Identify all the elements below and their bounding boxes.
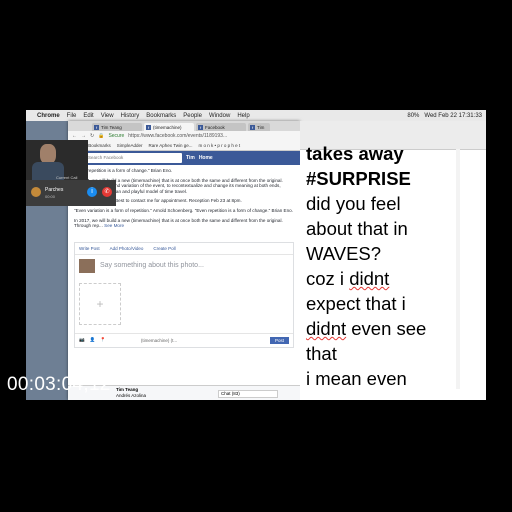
composer-input-row[interactable]: Say something about this photo...	[75, 255, 293, 277]
chat-button[interactable]: Chat (83)	[218, 390, 278, 398]
tab-facebook[interactable]: f Facebook	[196, 123, 246, 131]
lock-icon: 🔒	[98, 133, 105, 139]
mac-menu-bar: Chrome File Edit View History Bookmarks …	[26, 110, 486, 121]
text-line: coz i didnt	[306, 266, 456, 291]
text-line: i mean even	[306, 368, 407, 389]
search-input[interactable]	[85, 153, 182, 163]
paragraph: "Even variation is a form of repetition.…	[74, 207, 293, 213]
caller-avatar	[31, 187, 41, 197]
avatar	[79, 258, 95, 273]
bookmark-aphex[interactable]: Rare Aphex Twin ge...	[149, 143, 193, 148]
create-poll-tab[interactable]: Create Poll	[153, 246, 175, 251]
misspelled-word: didnt	[349, 268, 390, 289]
text-line: takes away	[306, 143, 404, 164]
menu-file[interactable]: File	[67, 113, 77, 119]
video-timecode: 00:03:04;12	[7, 374, 111, 395]
paragraph: "Even repetition is a form of change." B…	[74, 168, 173, 173]
facebook-icon: f	[198, 124, 203, 130]
secure-label: Secure	[108, 133, 125, 139]
text-line: didnt even see	[306, 316, 456, 341]
end-call-icon[interactable]: ✆	[102, 187, 112, 197]
paragraph: In 2017, we will build a new (timemachin…	[74, 218, 294, 229]
audience-selector[interactable]: (timemachine) (t...	[141, 338, 177, 343]
editor-text[interactable]: takes away #SURPRISE did you feel about …	[306, 141, 456, 391]
add-photo-button[interactable]: +	[79, 282, 121, 325]
info-icon[interactable]: i	[87, 187, 97, 197]
address-bar[interactable]: ← → ↻ 🔒 Secure https://www.facebook.com/…	[68, 131, 300, 141]
text-line: #SURPRISE	[306, 168, 411, 189]
profile-link[interactable]: Tim	[186, 155, 195, 161]
tab-timemachine[interactable]: f (timemachine)	[144, 123, 194, 131]
text-fragment: coz i	[306, 268, 350, 289]
post-button[interactable]: Post	[269, 336, 289, 344]
text-line: that	[306, 343, 337, 364]
tab-strip: f Tim Teang f (timemachine) f Facebook f Tim	[68, 121, 300, 131]
clock: Wed Feb 22 17:31:33	[424, 112, 482, 119]
misspelled-word: didnt	[306, 318, 347, 339]
add-photo-tab[interactable]: Add Photo/Video	[110, 246, 144, 251]
text-line: about that in	[306, 218, 408, 239]
tab-label: Tim Teang	[101, 124, 122, 130]
tab-label: Tim	[257, 124, 265, 130]
tab-tim[interactable]: f Tim	[248, 123, 270, 131]
text-line: did you feel	[306, 193, 401, 214]
bookmark-bookmarks[interactable]: Bookmarks	[88, 143, 111, 148]
text-line: WAVES?	[306, 243, 382, 264]
composer-tabs: Write Post Add Photo/Video Create Poll	[75, 243, 293, 255]
menu-window[interactable]: Window	[209, 113, 230, 119]
back-icon[interactable]: ←	[72, 133, 77, 139]
text-editor-window: takes away #SURPRISE did you feel about …	[300, 121, 486, 400]
facebook-icon: f	[94, 124, 99, 130]
menu-help[interactable]: Help	[237, 113, 249, 119]
call-duration: 00:00	[45, 194, 56, 199]
person-head	[40, 144, 56, 164]
editor-scrollbar[interactable]	[456, 149, 460, 389]
post-composer: Write Post Add Photo/Video Create Poll S…	[74, 241, 294, 348]
bookmark-monk-prophet[interactable]: m o n k • p r o p h e t	[199, 143, 241, 148]
text-line: expect that i	[306, 293, 406, 314]
tag-icon[interactable]: 👤	[90, 337, 96, 343]
bookmark-simpleadder[interactable]: SimpleAdder	[117, 143, 143, 148]
home-link[interactable]: Home	[199, 155, 213, 161]
tab-tim-teang[interactable]: f Tim Teang	[92, 123, 142, 131]
write-post-tab[interactable]: Write Post	[79, 246, 100, 251]
facebook-icon: f	[146, 124, 151, 130]
composer-footer: 📷 👤 📍 (timemachine) (t... Post	[75, 332, 293, 347]
current-call-label: Current Call	[56, 175, 78, 180]
battery-status: 80%	[407, 112, 420, 119]
url-text[interactable]: https://www.facebook.com/events/1189193.…	[128, 133, 227, 139]
facebook-icon: f	[250, 124, 255, 130]
webcam-preview	[26, 140, 88, 180]
menu-history[interactable]: History	[121, 113, 140, 119]
menu-edit[interactable]: Edit	[83, 113, 93, 119]
see-more-link[interactable]: See More	[104, 223, 124, 228]
chat-contact[interactable]: Andrés Azolina	[116, 393, 146, 398]
facebook-top-bar: f Tim Home	[68, 151, 300, 165]
text-fragment: even see	[346, 318, 427, 339]
forward-icon[interactable]: →	[81, 133, 86, 139]
menu-view[interactable]: View	[101, 113, 114, 119]
caller-name: Parches	[45, 187, 64, 193]
reload-icon[interactable]: ↻	[90, 133, 94, 139]
menu-people[interactable]: People	[183, 113, 202, 119]
chat-contact[interactable]: Tim Teang	[116, 387, 138, 392]
composer-placeholder[interactable]: Say something about this photo...	[100, 262, 204, 269]
menu-app-name[interactable]: Chrome	[37, 113, 60, 119]
tab-label: Facebook	[205, 124, 225, 130]
location-icon[interactable]: 📍	[100, 337, 106, 343]
bookmarks-bar: Apps Bookmarks SimpleAdder Rare Aphex Tw…	[68, 141, 300, 151]
menu-bookmarks[interactable]: Bookmarks	[146, 113, 176, 119]
camera-icon[interactable]: 📷	[79, 337, 85, 343]
call-panel: Current Call Parches 00:00 i ✆	[26, 175, 116, 206]
tab-label: (timemachine)	[153, 124, 182, 130]
desktop-screen: Chrome File Edit View History Bookmarks …	[26, 110, 486, 400]
chrome-window: f Tim Teang f (timemachine) f Facebook f Tim…	[68, 121, 300, 400]
